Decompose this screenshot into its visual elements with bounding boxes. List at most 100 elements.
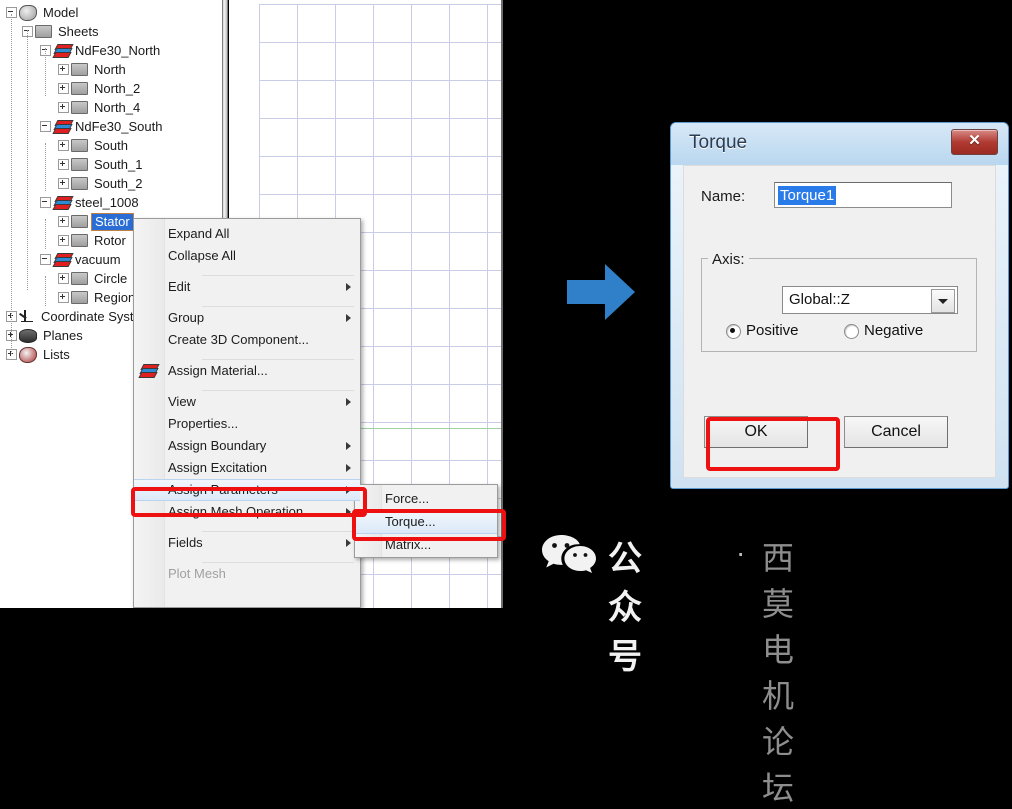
collapse-icon[interactable]: [40, 121, 51, 133]
tree-item-vacuum[interactable]: vacuum: [40, 249, 121, 268]
menu-item-label: Fields: [168, 535, 203, 550]
submenu-item-label: Matrix...: [385, 537, 432, 552]
radio-positive[interactable]: Positive: [726, 322, 816, 340]
radio-negative[interactable]: Negative: [844, 322, 944, 340]
submenu-item-torque[interactable]: Torque...: [355, 510, 497, 534]
tree-item-ndfe30-south[interactable]: NdFe30_South: [40, 116, 162, 135]
radio-positive-label: Positive: [746, 322, 799, 339]
expand-icon[interactable]: [58, 159, 69, 171]
menu-item-expand-all[interactable]: Expand All: [134, 223, 360, 245]
axis-select[interactable]: Global::Z: [782, 286, 958, 314]
tree-item-north-2[interactable]: North_2: [58, 78, 140, 97]
tree-item-sheets[interactable]: Sheets: [22, 21, 98, 40]
stack-icon: [52, 253, 74, 268]
menu-item-assign-excitation[interactable]: Assign Excitation: [134, 457, 360, 479]
menu-item-assign-boundary[interactable]: Assign Boundary: [134, 435, 360, 457]
assign-parameters-submenu[interactable]: Force... Torque... Matrix...: [354, 484, 498, 558]
tree-item-label: NdFe30_North: [75, 43, 161, 59]
expand-icon[interactable]: [58, 64, 69, 76]
cancel-button[interactable]: Cancel: [844, 416, 948, 448]
dialog-title: Torque: [689, 132, 748, 153]
collapse-icon[interactable]: [40, 197, 51, 209]
sheet-icon: [71, 158, 88, 172]
close-icon[interactable]: ✕: [951, 129, 998, 155]
tree-item-south[interactable]: South: [58, 135, 128, 154]
tree-item-label: Rotor: [94, 233, 126, 249]
context-menu[interactable]: Expand All Collapse All Edit Group Create 3D…: [133, 218, 361, 608]
menu-item-collapse-all[interactable]: Collapse All: [134, 245, 360, 267]
menu-item-label: Assign Excitation: [168, 460, 267, 475]
tree-item-steel-1008[interactable]: steel_1008: [40, 192, 139, 211]
watermark-separator-dot: ·: [736, 537, 746, 568]
submenu-item-force[interactable]: Force...: [355, 487, 497, 511]
tree-item-south-2[interactable]: South_2: [58, 173, 142, 192]
expand-icon[interactable]: [58, 83, 69, 95]
name-input[interactable]: Torque1: [774, 182, 952, 208]
stack-icon: [52, 120, 74, 135]
tree-item-south-1[interactable]: South_1: [58, 154, 142, 173]
tree-connector-line: [11, 14, 12, 354]
tree-item-label: Planes: [43, 328, 83, 344]
ok-button[interactable]: OK: [704, 416, 808, 448]
expand-icon[interactable]: [58, 235, 69, 247]
radio-negative-label: Negative: [864, 322, 924, 339]
name-label: Name:: [701, 188, 746, 205]
menu-item-label: Collapse All: [168, 248, 236, 263]
tree-item-lists[interactable]: Lists: [6, 344, 70, 363]
tree-item-north-4[interactable]: North_4: [58, 97, 140, 116]
chevron-right-icon: [346, 442, 351, 450]
menu-item-create-3d-component[interactable]: Create 3D Component...: [134, 329, 360, 351]
submenu-item-label: Torque...: [385, 514, 436, 529]
torque-dialog[interactable]: Torque ✕ Name: Torque1 Axis: Global::Z P…: [670, 122, 1009, 489]
sheet-icon: [71, 177, 88, 191]
wechat-icon: [542, 535, 596, 573]
tree-item-label: Sheets: [58, 24, 99, 40]
material-stack-icon: [138, 364, 160, 378]
tree-item-region[interactable]: Region: [58, 287, 135, 306]
menu-item-label: Edit: [168, 279, 191, 294]
menu-item-properties[interactable]: Properties...: [134, 413, 360, 435]
expand-icon[interactable]: [58, 102, 69, 114]
submenu-item-matrix[interactable]: Matrix...: [355, 533, 497, 557]
expand-icon[interactable]: [58, 292, 69, 304]
expand-icon[interactable]: [58, 178, 69, 190]
tree-item-label: NdFe30_South: [75, 119, 163, 135]
tree-item-stator[interactable]: Stator: [58, 211, 134, 231]
menu-item-fields[interactable]: Fields: [134, 532, 360, 554]
menu-item-view[interactable]: View: [134, 391, 360, 413]
model-icon: [19, 4, 37, 21]
chevron-right-icon: [346, 508, 351, 516]
menu-item-assign-mesh-operation[interactable]: Assign Mesh Operation: [134, 501, 360, 523]
sheet-icon: [71, 101, 88, 115]
menu-item-label: Assign Material...: [168, 363, 268, 378]
chevron-down-icon[interactable]: [931, 289, 955, 313]
tree-item-label: North_2: [94, 81, 141, 97]
collapse-icon[interactable]: [40, 254, 51, 266]
watermark-text-primary: 公众号: [608, 539, 644, 677]
tree-connector-line: [45, 276, 46, 306]
expand-icon[interactable]: [58, 273, 69, 285]
tree-connector-line: [45, 48, 46, 96]
sheet-icon: [71, 291, 88, 305]
expand-icon[interactable]: [58, 140, 69, 152]
radio-positive-dot: [726, 324, 741, 339]
tree-item-model[interactable]: Model: [6, 2, 78, 21]
menu-item-assign-parameters[interactable]: Assign Parameters: [134, 479, 360, 501]
tree-item-rotor[interactable]: Rotor: [58, 230, 126, 249]
menu-item-edit[interactable]: Edit: [134, 276, 360, 298]
menu-item-label: Assign Boundary: [168, 438, 267, 453]
sheet-icon: [71, 63, 88, 77]
tree-item-circle[interactable]: Circle: [58, 268, 127, 287]
blue-right-arrow-icon: [567, 264, 635, 320]
axis-select-value: Global::Z: [789, 291, 850, 308]
chevron-right-icon: [346, 464, 351, 472]
menu-item-group[interactable]: Group: [134, 307, 360, 329]
menu-item-assign-material[interactable]: Assign Material...: [134, 360, 360, 382]
expand-icon[interactable]: [58, 216, 69, 228]
tree-item-ndfe30-north[interactable]: NdFe30_North: [40, 40, 160, 59]
tree-item-planes[interactable]: Planes: [6, 325, 83, 344]
sheet-icon: [71, 272, 88, 286]
tree-item-north[interactable]: North: [58, 59, 126, 78]
stack-icon: [52, 196, 74, 211]
submenu-item-label: Force...: [385, 491, 430, 506]
